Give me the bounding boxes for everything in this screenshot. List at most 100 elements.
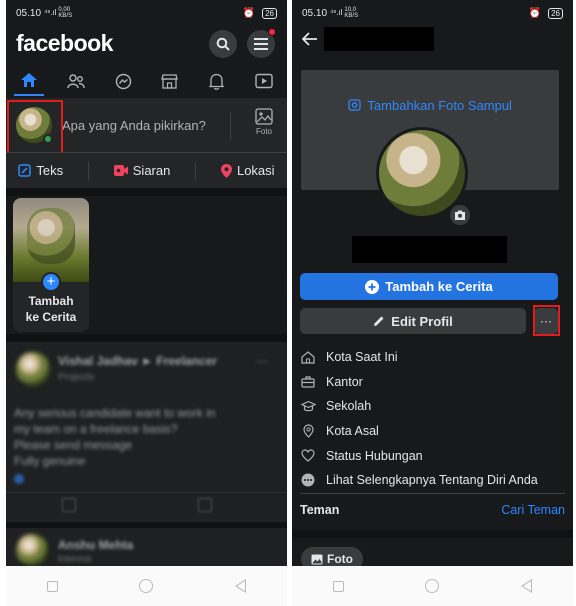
divider: [230, 112, 231, 140]
menu-icon: [254, 38, 268, 50]
info-current-city[interactable]: Kota Saat Ini: [300, 345, 565, 370]
status-bar: 05.10 ⁴ˢ.ıl 0,00 KB/S ⏰ 26: [6, 0, 287, 26]
info-hometown[interactable]: Kota Asal: [300, 419, 565, 444]
post-text: Any serious candidate want to work in: [14, 406, 216, 420]
feed-post-blurred: Vishal Jadhav ► Freelancer Projects ··· …: [6, 342, 287, 566]
edit-profile-button[interactable]: Edit Profil: [300, 308, 526, 334]
tab-home[interactable]: [14, 66, 45, 96]
like-icon: [62, 498, 76, 512]
camera-icon: [455, 210, 465, 220]
post-author: Anshu Mehta: [58, 538, 134, 552]
find-friends-link[interactable]: Cari Teman: [501, 503, 565, 517]
briefcase-icon: [301, 376, 315, 388]
plus-circle-icon: [365, 279, 380, 294]
post-text: my team on a freelance basis?: [14, 422, 178, 436]
graduation-cap-icon: [300, 401, 316, 412]
post-avatar: [16, 534, 48, 566]
photo-icon: [255, 108, 273, 125]
photos-label: Foto: [327, 552, 353, 566]
menu-button[interactable]: [247, 28, 276, 58]
info-label: Kota Asal: [326, 424, 379, 439]
tab-friends[interactable]: [61, 66, 91, 96]
camera-outline-icon: [348, 99, 361, 111]
info-relationship[interactable]: Status Hubungan: [300, 443, 565, 468]
tab-notifications[interactable]: [202, 66, 232, 96]
location-pin-icon: [220, 163, 232, 178]
add-story-card[interactable]: + Tambah ke Cerita: [13, 198, 89, 332]
home-button-icon[interactable]: [139, 579, 154, 593]
redacted-profile-name: [352, 236, 507, 263]
photo-button[interactable]: Foto: [247, 108, 281, 136]
story-label-line1: Tambah: [28, 294, 74, 308]
story-image: [13, 198, 89, 282]
friends-title: Teman: [300, 503, 340, 517]
post-text: Fully genuine: [14, 454, 86, 468]
section-gap: [6, 334, 287, 342]
add-to-story-button[interactable]: Tambah ke Cerita: [300, 273, 558, 300]
redacted-name: [324, 27, 434, 51]
status-bar: 05.10 ⁴ˢ.ıl 10,0 KB/S ⏰ 26: [292, 0, 573, 26]
photo-icon: [311, 554, 323, 564]
back-icon[interactable]: [235, 579, 247, 593]
info-see-more[interactable]: Lihat Selengkapnya Tentang Diri Anda: [300, 468, 565, 493]
location-button[interactable]: Lokasi: [220, 163, 275, 178]
info-work[interactable]: Kantor: [300, 370, 565, 395]
story-label-line2: ke Cerita: [25, 310, 77, 324]
battery-icon: 26: [548, 7, 563, 19]
add-to-story-label: Tambah ke Cerita: [385, 279, 493, 294]
main-tabs: [6, 66, 287, 96]
info-label: Kota Saat Ini: [326, 350, 398, 365]
edit-icon: [18, 164, 32, 177]
add-story-label: Tambah ke Cerita: [13, 293, 89, 325]
section-gap: [6, 522, 287, 528]
status-signal: ⁴ˢ.ıl: [330, 8, 343, 17]
text-post-button[interactable]: Teks: [18, 163, 63, 178]
home-icon: [21, 73, 38, 87]
alarm-icon: ⏰: [528, 7, 542, 19]
text-post-label: Teks: [36, 163, 64, 178]
add-story-plus-icon[interactable]: +: [41, 272, 61, 292]
divider: [6, 492, 287, 493]
profile-screen: 05.10 ⁴ˢ.ıl 10,0 KB/S ⏰ 26 Tambahkan Fot…: [292, 0, 573, 606]
location-outline-icon: [302, 424, 314, 438]
tab-watch[interactable]: [249, 66, 279, 96]
photo-label: Foto: [255, 127, 272, 136]
composer-placeholder[interactable]: Apa yang Anda pikirkan?: [62, 118, 206, 133]
section-gap: [6, 188, 287, 196]
back-icon[interactable]: [521, 579, 533, 593]
post-subtitle: Interest: [58, 554, 92, 565]
edit-profile-label: Edit Profil: [391, 313, 453, 329]
story-figure: [27, 208, 75, 264]
reaction-icon: [14, 474, 24, 484]
change-profile-photo-button[interactable]: [448, 203, 472, 227]
recent-apps-icon[interactable]: [46, 580, 58, 592]
tab-marketplace[interactable]: [155, 66, 185, 96]
composer-actions: Teks Siaran Lokasi: [6, 152, 287, 188]
system-nav-bar: [6, 566, 287, 606]
profile-header: [292, 26, 573, 56]
more-circle-icon: [301, 473, 315, 487]
search-icon: [216, 37, 230, 51]
notification-dot: [268, 28, 276, 36]
speed-unit: KB/S: [58, 13, 73, 19]
info-school[interactable]: Sekolah: [300, 394, 565, 419]
battery-icon: 26: [262, 7, 277, 19]
home-button-icon[interactable]: [425, 579, 440, 593]
feed-screen: 05.10 ⁴ˢ.ıl 0,00 KB/S ⏰ 26 facebook Apa …: [6, 0, 287, 606]
highlight-box-more: [533, 305, 560, 336]
post-text: Please send message: [14, 438, 133, 452]
pencil-icon: [374, 316, 384, 326]
tab-messenger[interactable]: [108, 66, 138, 96]
status-speed: 10,0 KB/S: [344, 7, 358, 19]
live-button[interactable]: Siaran: [113, 163, 171, 178]
messenger-icon: [115, 73, 131, 89]
divider: [87, 161, 89, 180]
recent-apps-icon[interactable]: [332, 580, 344, 592]
back-arrow-icon[interactable]: [302, 32, 318, 46]
live-label: Siaran: [132, 163, 171, 178]
add-cover-photo-label: Tambahkan Foto Sampul: [367, 98, 512, 113]
search-button[interactable]: [209, 30, 237, 58]
avatar: [379, 130, 465, 216]
profile-info-list: Kota Saat Ini Kantor Sekolah Kota Asal S…: [300, 345, 565, 493]
add-cover-photo-button[interactable]: Tambahkan Foto Sampul: [301, 98, 559, 113]
